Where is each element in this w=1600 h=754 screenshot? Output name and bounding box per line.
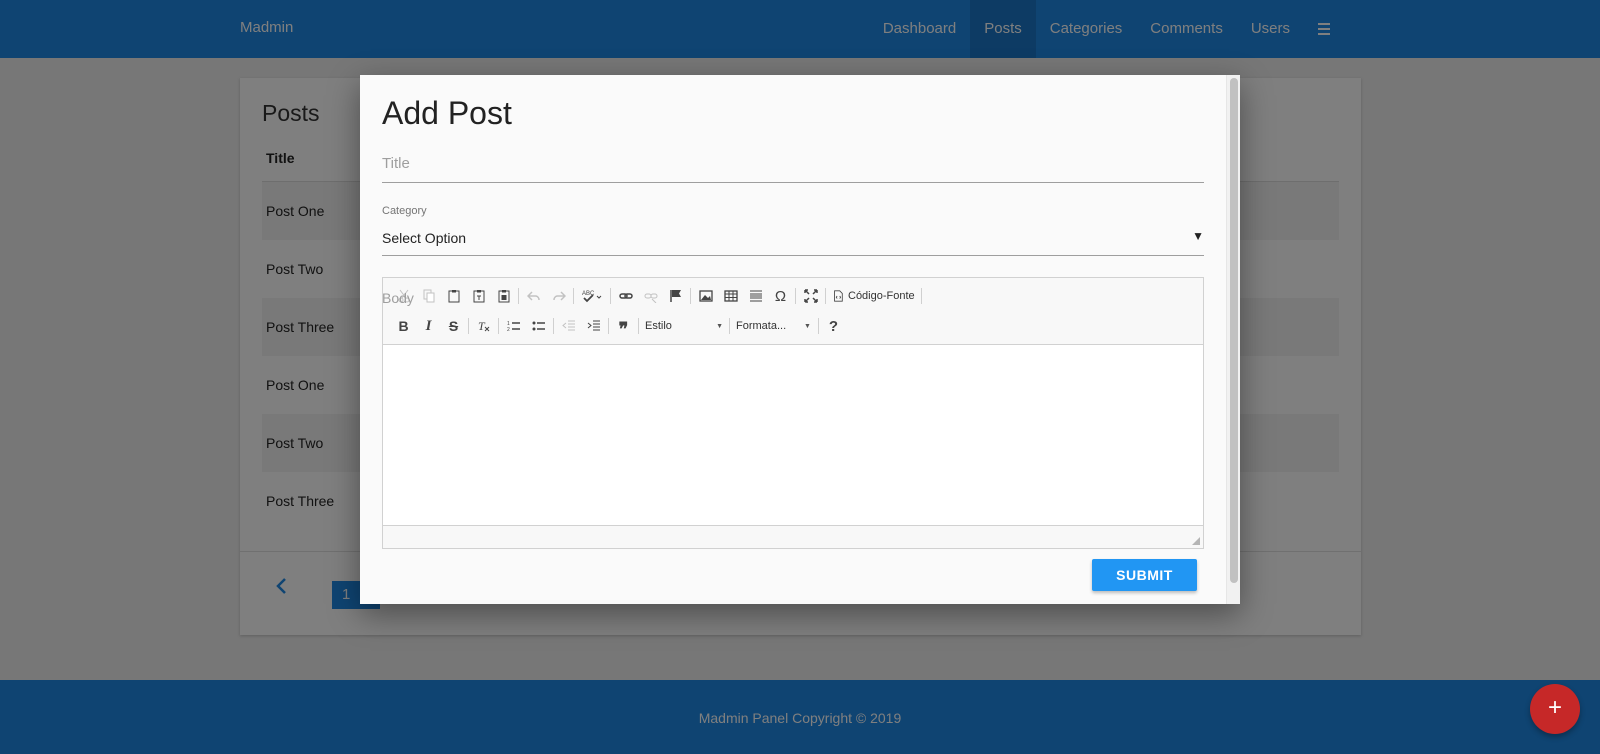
category-selected-value: Select Option: [382, 230, 467, 246]
bold-icon[interactable]: B: [391, 314, 416, 338]
plus-icon: +: [1547, 694, 1562, 721]
title-input[interactable]: [382, 145, 1204, 183]
toolbar-separator: [518, 288, 519, 304]
body-label: Body: [382, 290, 414, 306]
toolbar-row: B I S T 12 ❞ Estilo ▼ Formata... ▼ ?: [391, 313, 846, 339]
paste-text-icon[interactable]: [466, 284, 491, 308]
paste-icon[interactable]: [441, 284, 466, 308]
add-fab-button[interactable]: +: [1530, 684, 1580, 734]
toolbar-separator: [553, 318, 554, 334]
dropdown-arrow-icon: ▼: [1192, 229, 1204, 243]
add-post-modal: Add Post Category Select Option ▼ Body: [360, 75, 1240, 604]
paste-word-icon[interactable]: [491, 284, 516, 308]
strikethrough-icon[interactable]: S: [441, 314, 466, 338]
help-icon[interactable]: ?: [821, 314, 846, 338]
format-dropdown[interactable]: Formata... ▼: [732, 314, 816, 338]
caret-down-icon: ▼: [804, 322, 811, 330]
image-icon[interactable]: [693, 284, 718, 308]
editor-status-bar: [383, 525, 1203, 548]
resize-grip-icon[interactable]: [1192, 537, 1200, 545]
remove-format-icon[interactable]: T: [471, 314, 496, 338]
style-dropdown[interactable]: Estilo ▼: [641, 314, 727, 338]
editor-toolbar: ABC Ω Código-Fonte B I S T 1 2 ❞ Estilo …: [383, 278, 1203, 345]
editor-content-area[interactable]: [383, 345, 1203, 525]
svg-text:T: T: [478, 319, 486, 333]
numbered-list-icon[interactable]: 12: [501, 314, 526, 338]
copy-icon[interactable]: [416, 284, 441, 308]
unlink-icon[interactable]: [638, 284, 663, 308]
category-label: Category: [382, 205, 427, 217]
svg-text:2: 2: [507, 327, 510, 333]
toolbar-separator: [729, 318, 730, 334]
toolbar-separator: [690, 288, 691, 304]
modal-scrollbar[interactable]: [1226, 75, 1240, 604]
table-icon[interactable]: [718, 284, 743, 308]
anchor-flag-icon[interactable]: [663, 284, 688, 308]
redo-icon[interactable]: [546, 284, 571, 308]
bulleted-list-icon[interactable]: [526, 314, 551, 338]
scrollbar-thumb[interactable]: [1230, 78, 1238, 583]
category-select[interactable]: Select Option ▼: [382, 218, 1204, 256]
link-icon[interactable]: [613, 284, 638, 308]
italic-icon[interactable]: I: [416, 314, 441, 338]
source-icon: [834, 290, 843, 302]
toolbar-separator: [920, 288, 922, 304]
toolbar-separator: [608, 318, 609, 334]
outdent-icon[interactable]: [556, 314, 581, 338]
caret-down-icon: ▼: [716, 322, 723, 330]
toolbar-separator: [573, 288, 574, 304]
horizontal-line-icon[interactable]: [743, 284, 768, 308]
special-char-icon[interactable]: Ω: [768, 284, 793, 308]
blockquote-icon[interactable]: ❞: [611, 314, 636, 339]
source-button[interactable]: Código-Fonte: [828, 284, 919, 308]
toolbar-separator: [610, 288, 611, 304]
modal-title: Add Post: [382, 95, 512, 131]
format-dropdown-label: Formata...: [736, 320, 787, 332]
spellcheck-icon[interactable]: ABC: [576, 284, 608, 308]
toolbar-separator: [498, 318, 499, 334]
undo-icon[interactable]: [521, 284, 546, 308]
maximize-icon[interactable]: [798, 284, 823, 308]
toolbar-separator: [795, 288, 796, 304]
toolbar-separator: [818, 318, 819, 334]
submit-button[interactable]: SUBMIT: [1092, 559, 1197, 591]
indent-icon[interactable]: [581, 314, 606, 338]
toolbar-separator: [638, 318, 639, 334]
toolbar-separator: [825, 288, 826, 304]
source-label: Código-Fonte: [848, 290, 915, 302]
style-dropdown-label: Estilo: [645, 320, 672, 332]
toolbar-separator: [468, 318, 469, 334]
toolbar-row: ABC Ω Código-Fonte: [391, 283, 924, 309]
rich-text-editor: ABC Ω Código-Fonte B I S T 1 2 ❞ Estilo …: [382, 277, 1204, 549]
